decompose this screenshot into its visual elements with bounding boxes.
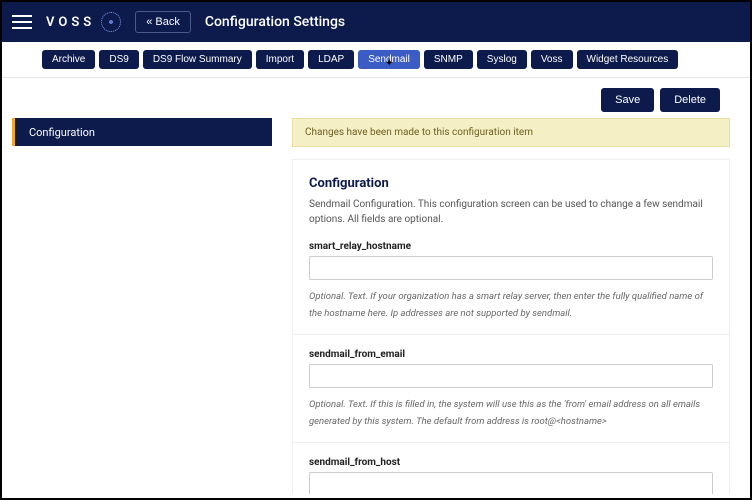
brand: VOSS [46, 12, 121, 32]
save-button[interactable]: Save [601, 88, 654, 112]
menu-icon[interactable] [12, 15, 32, 29]
field-sendmail_from_host: sendmail_from_host [309, 457, 713, 494]
page-title: Configuration Settings [205, 14, 345, 30]
tab-bar: ArchiveDS9 DS9 Flow SummaryImportLDAPSend… [2, 42, 750, 78]
config-panel: Configuration Sendmail Configuration. Th… [292, 159, 730, 494]
panel-description: Sendmail Configuration. This configurati… [309, 197, 713, 227]
input-sendmail_from_host[interactable] [309, 472, 713, 494]
tab-widget-resources[interactable]: Widget Resources [577, 50, 679, 69]
brand-logo-icon [101, 12, 121, 32]
top-bar: VOSS « Back Configuration Settings [2, 2, 750, 42]
field-smart_relay_hostname: smart_relay_hostname [309, 241, 713, 280]
notice-banner: Changes have been made to this configura… [292, 118, 730, 147]
field-label: smart_relay_hostname [309, 241, 713, 252]
main-area: Configuration Changes have been made to … [2, 118, 750, 494]
tab-snmp[interactable]: SNMP [424, 50, 473, 69]
field-label: sendmail_from_host [309, 457, 713, 468]
tab-syslog[interactable]: Syslog [477, 50, 527, 69]
content-column: Changes have been made to this configura… [292, 118, 740, 494]
field-help: Optional. Text. If your organization has… [309, 288, 713, 322]
tab-archive[interactable]: Archive [42, 50, 95, 69]
tab-import[interactable]: Import [256, 50, 304, 69]
input-sendmail_from_email[interactable] [309, 364, 713, 388]
tab-ldap[interactable]: LDAP [308, 50, 354, 69]
separator [293, 334, 729, 335]
field-help: Optional. Text. If this is filled in, th… [309, 396, 713, 430]
brand-text: VOSS [46, 15, 95, 30]
panel-heading: Configuration [309, 176, 713, 191]
back-button[interactable]: « Back [135, 11, 191, 33]
tab-ds9-flow-summary[interactable]: DS9 Flow Summary [143, 50, 252, 69]
tab-ds9[interactable]: DS9 [99, 50, 138, 69]
field-label: sendmail_from_email [309, 349, 713, 360]
tab-voss[interactable]: Voss [531, 50, 573, 69]
input-smart_relay_hostname[interactable] [309, 256, 713, 280]
cursor-icon: ✦ [385, 58, 393, 69]
side-card-configuration[interactable]: Configuration [12, 118, 272, 146]
tab-sendmail[interactable]: Sendmail✦ [358, 50, 420, 69]
separator [293, 442, 729, 443]
side-card-label: Configuration [29, 126, 95, 139]
field-sendmail_from_email: sendmail_from_email [309, 349, 713, 388]
delete-button[interactable]: Delete [660, 88, 720, 112]
action-row: Save Delete [2, 78, 750, 118]
